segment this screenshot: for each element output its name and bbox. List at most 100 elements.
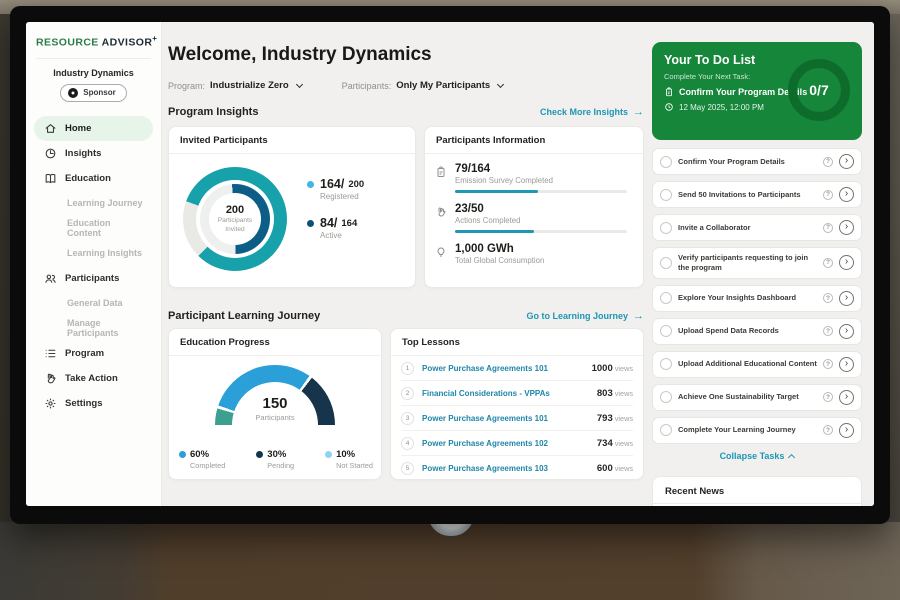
program-insights-title: Program Insights	[168, 106, 258, 118]
learning-journey-header: Participant Learning Journey Go to Learn…	[168, 310, 644, 322]
legend-active: 84/164 Active	[307, 216, 364, 240]
lesson-link[interactable]: Power Purchase Agreements 101	[422, 364, 584, 373]
todo-checkbox[interactable]	[660, 424, 672, 436]
stat-label: Emission Survey Completed	[455, 176, 627, 185]
lesson-link[interactable]: Power Purchase Agreements 101	[422, 414, 589, 423]
sidebar-item-insights[interactable]: Insights	[34, 141, 153, 166]
active-dot-icon	[307, 220, 314, 227]
sponsor-badge[interactable]: Sponsor	[60, 84, 126, 102]
help-icon[interactable]: ?	[823, 190, 833, 200]
help-icon[interactable]: ?	[823, 157, 833, 167]
help-icon[interactable]: ?	[823, 425, 833, 435]
chevron-right-icon[interactable]: ›	[839, 154, 854, 169]
top-lessons-title: Top Lessons	[391, 329, 643, 356]
help-icon[interactable]: ?	[823, 392, 833, 402]
arrow-right-icon: →	[633, 311, 644, 322]
help-icon[interactable]: ?	[823, 293, 833, 303]
todo-item-achieve-one-sustainability-target[interactable]: Achieve One Sustainability Target?›	[652, 384, 862, 411]
chevron-right-icon[interactable]: ›	[839, 423, 854, 438]
sidebar-item-participants[interactable]: Participants	[34, 266, 153, 291]
chevron-down-icon	[296, 81, 303, 88]
help-icon[interactable]: ?	[823, 258, 833, 268]
lesson-link[interactable]: Power Purchase Agreements 102	[422, 439, 589, 448]
sidebar-item-manage-participants[interactable]: Manage Participants	[34, 316, 153, 341]
stat-progress-fill	[455, 230, 534, 233]
help-icon[interactable]: ?	[823, 359, 833, 369]
sidebar-item-education[interactable]: Education	[34, 166, 153, 191]
chevron-right-icon[interactable]: ›	[839, 324, 854, 339]
todo-checkbox[interactable]	[660, 156, 672, 168]
sidebar-item-learning-journey[interactable]: Learning Journey	[34, 191, 153, 216]
program-dropdown-label: Program:	[168, 81, 205, 91]
chevron-right-icon[interactable]: ›	[839, 220, 854, 235]
todo-checkbox[interactable]	[660, 257, 672, 269]
sidebar-item-education-content[interactable]: Education Content	[34, 216, 153, 241]
sidebar-item-general-data[interactable]: General Data	[34, 291, 153, 316]
todo-progress-ring: 0/7	[788, 59, 850, 121]
todo-checkbox[interactable]	[660, 189, 672, 201]
lesson-views: 600views	[597, 463, 633, 474]
todo-checkbox[interactable]	[660, 325, 672, 337]
chevron-right-icon[interactable]: ›	[839, 291, 854, 306]
chevron-up-icon	[788, 453, 795, 460]
stat-progress-bar	[455, 190, 627, 193]
completed-label: Completed	[190, 461, 225, 470]
program-dropdown[interactable]: Program: Industrialize Zero	[168, 80, 302, 91]
invited-participants-donut-chart: 200 Participants Invited	[183, 167, 287, 271]
not-started-pct: 10%	[336, 449, 355, 460]
lesson-link[interactable]: Power Purchase Agreements 103	[422, 464, 589, 473]
stat-body: 1,000 GWhTotal Global Consumption	[455, 243, 544, 265]
todo-item-invite-a-collaborator[interactable]: Invite a Collaborator?›	[652, 214, 862, 241]
todo-progress-value: 0/7	[809, 82, 828, 98]
sidebar-item-take-action[interactable]: Take Action	[34, 366, 153, 391]
stat-row-total-global-consumption: 1,000 GWhTotal Global Consumption	[435, 243, 631, 265]
sidebar-item-label: Settings	[65, 398, 102, 409]
sidebar-item-home[interactable]: Home	[34, 116, 153, 141]
pending-dot-icon	[256, 451, 263, 458]
lesson-views: 803views	[597, 388, 633, 399]
survey-icon	[435, 166, 448, 193]
go-to-learning-journey-link[interactable]: Go to Learning Journey →	[526, 311, 644, 322]
todo-item-upload-additional-educational-content[interactable]: Upload Additional Educational Content?›	[652, 351, 862, 378]
lesson-views-suffix: views	[615, 439, 633, 448]
invited-participants-card: Invited Participants 200 Participants In…	[168, 126, 416, 288]
todo-item-send-50-invitations-to-participants[interactable]: Send 50 Invitations to Participants?›	[652, 181, 862, 208]
sidebar-item-program[interactable]: Program	[34, 341, 153, 366]
sidebar-item-label: Participants	[65, 273, 119, 284]
todo-item-upload-spend-data-records[interactable]: Upload Spend Data Records?›	[652, 318, 862, 345]
check-more-insights-link[interactable]: Check More Insights →	[540, 107, 644, 118]
lesson-link[interactable]: Financial Considerations - VPPAs	[422, 389, 589, 398]
sidebar-item-settings[interactable]: Settings	[34, 391, 153, 416]
todo-checkbox[interactable]	[660, 222, 672, 234]
todo-checkbox[interactable]	[660, 391, 672, 403]
todo-panel: Confirm Your Program Details?›Send 50 In…	[652, 148, 862, 461]
sidebar-item-label: Learning Journey	[67, 198, 143, 208]
collapse-tasks-link[interactable]: Collapse Tasks	[652, 451, 862, 461]
sidebar-item-label: Manage Participants	[67, 318, 143, 338]
participants-dropdown-label: Participants:	[342, 81, 392, 91]
lesson-views-suffix: views	[615, 414, 633, 423]
todo-item-explore-your-insights-dashboard[interactable]: Explore Your Insights Dashboard?›	[652, 285, 862, 312]
sidebar-item-label: Take Action	[65, 373, 118, 384]
todo-item-confirm-your-program-details[interactable]: Confirm Your Program Details? ›	[652, 148, 862, 175]
todo-label: Confirm Your Program Details	[678, 157, 817, 167]
participants-dropdown[interactable]: Participants: Only My Participants	[342, 80, 504, 91]
todo-item-complete-your-learning-journey[interactable]: Complete Your Learning Journey?›	[652, 417, 862, 444]
sidebar-item-label: Insights	[65, 148, 101, 159]
chevron-right-icon[interactable]: ›	[839, 187, 854, 202]
todo-item-verify-participants-requesting-to-join-the-program[interactable]: Verify participants requesting to join t…	[652, 247, 862, 279]
todo-checkbox[interactable]	[660, 292, 672, 304]
registered-dot-icon	[307, 181, 314, 188]
chevron-right-icon[interactable]: ›	[839, 255, 854, 270]
todo-checkbox[interactable]	[660, 358, 672, 370]
lesson-views-suffix: views	[615, 464, 633, 473]
stat-row-actions-completed: 23/50Actions Completed	[435, 203, 631, 233]
help-icon[interactable]: ?	[823, 326, 833, 336]
stat-progress-bar	[455, 230, 627, 233]
help-icon[interactable]: ?	[823, 223, 833, 233]
sidebar-item-learning-insights[interactable]: Learning Insights	[34, 241, 153, 266]
chevron-right-icon[interactable]: ›	[839, 390, 854, 405]
todo-label: Verify participants requesting to join t…	[678, 253, 817, 273]
chevron-right-icon[interactable]: ›	[839, 357, 854, 372]
todo-summary-card: Your To Do List Complete Your Next Task:…	[652, 42, 862, 140]
